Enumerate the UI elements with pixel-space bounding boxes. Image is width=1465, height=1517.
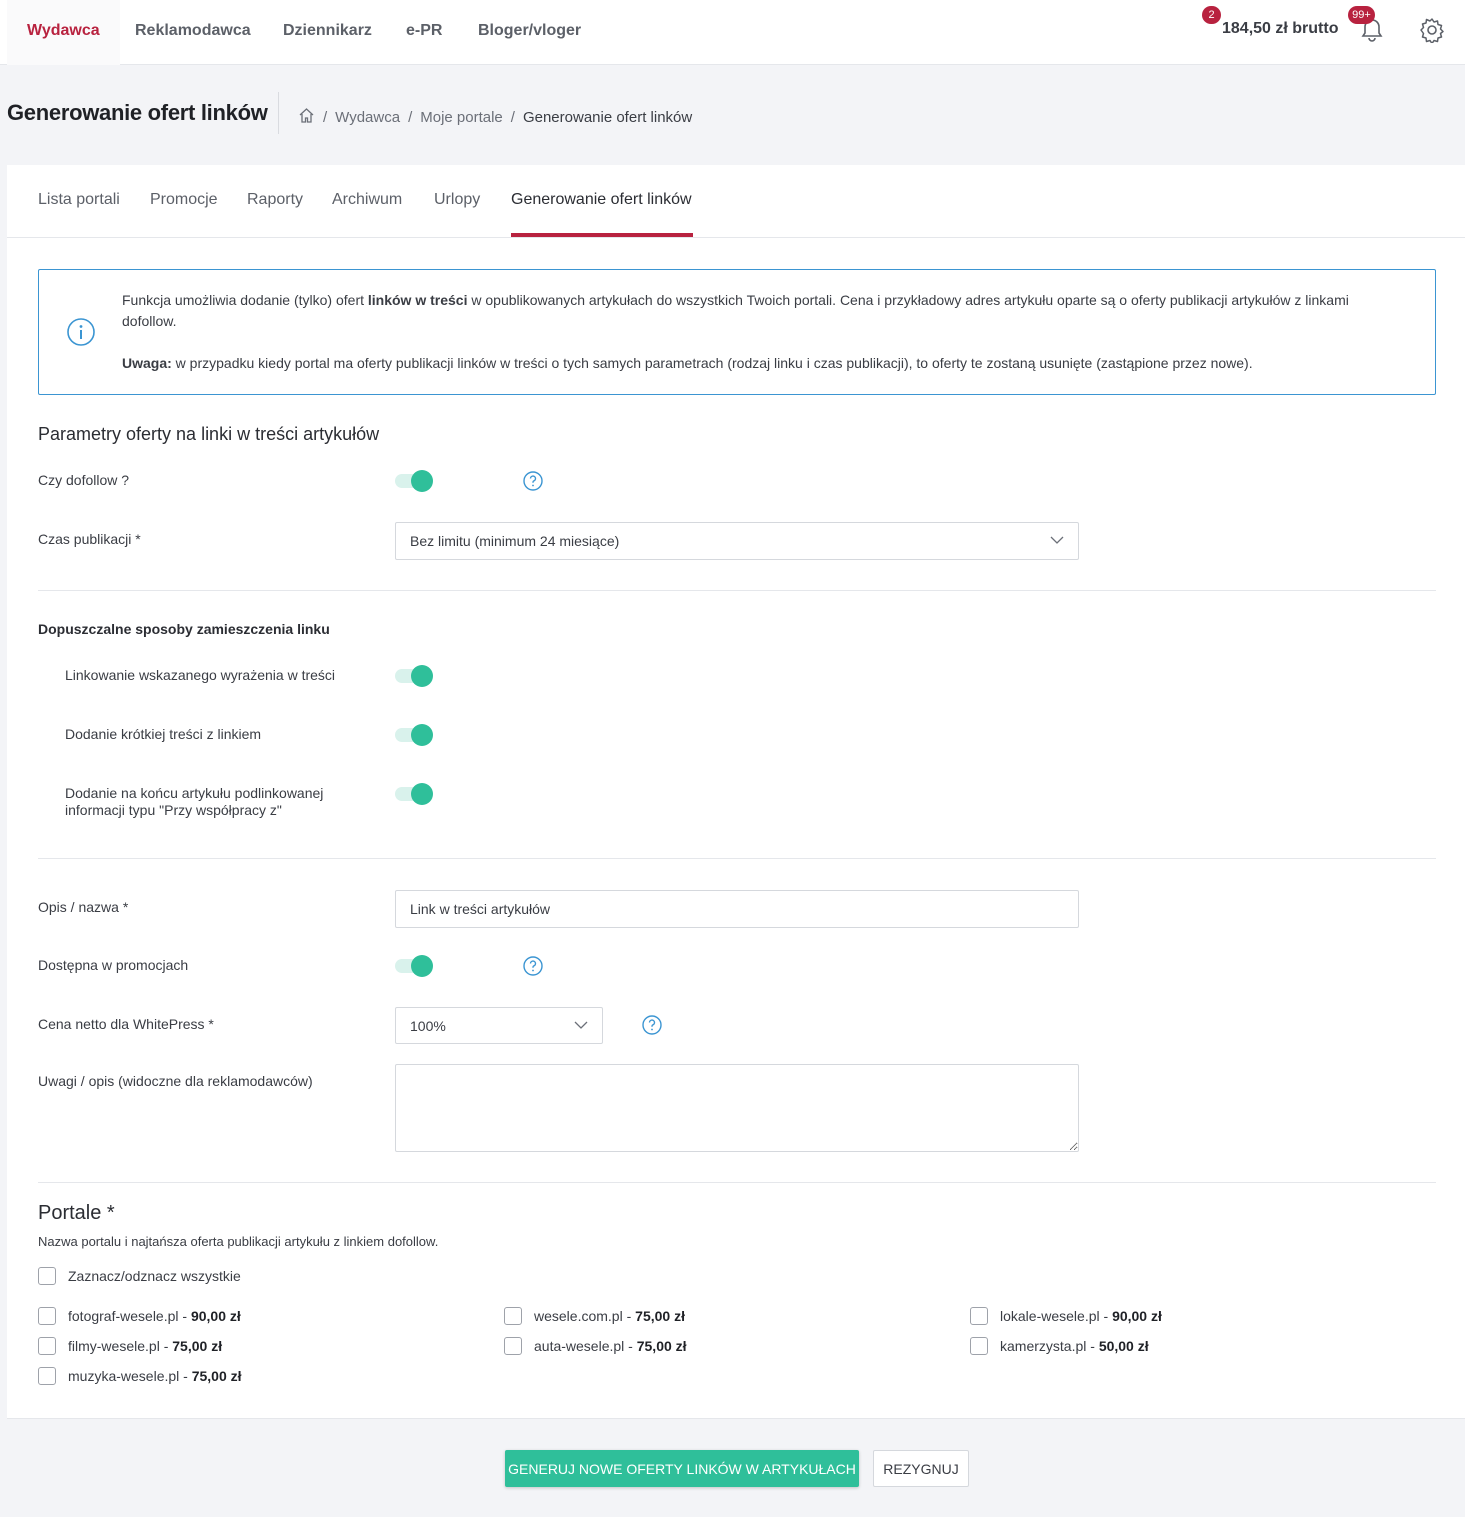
help-icon[interactable] <box>642 1015 662 1035</box>
portal-label[interactable]: auta-wesele.pl - 75,00 zł <box>534 1338 687 1354</box>
portal-checkbox[interactable] <box>38 1367 56 1385</box>
price-label: Cena netto dla WhitePress * <box>38 1016 214 1032</box>
method-phrase-toggle[interactable] <box>395 665 433 687</box>
tab-archiwum[interactable]: Archiwum <box>332 191 402 209</box>
method-short-content-label: Dodanie krótkiej treści z linkiem <box>65 726 262 742</box>
notifications-badge: 99+ <box>1348 6 1375 24</box>
publication-time-value: Bez limitu (minimum 24 miesiące) <box>410 533 620 549</box>
dofollow-toggle[interactable] <box>395 470 433 492</box>
nav-tab-dziennikarz[interactable]: Dziennikarz <box>263 0 392 65</box>
portal-label[interactable]: kamerzysta.pl - 50,00 zł <box>1000 1338 1149 1354</box>
cart-badge: 2 <box>1202 6 1221 24</box>
portal-checkbox[interactable] <box>38 1337 56 1355</box>
section-title: Parametry oferty na linki w treści artyk… <box>38 424 380 444</box>
tab-urlopy[interactable]: Urlopy <box>434 191 480 209</box>
divider <box>38 1182 1436 1183</box>
method-phrase-label: Linkowanie wskazanego wyrażenia w treści <box>65 667 336 683</box>
name-label: Opis / nazwa * <box>38 899 129 915</box>
nav-tab-bloger[interactable]: Bloger/vloger <box>458 0 601 65</box>
tab-generowanie-ofert[interactable]: Generowanie ofert linków <box>511 191 692 209</box>
method-footer-label: Dodanie na końcu artykułu podlinkowanej … <box>65 785 324 818</box>
breadcrumb-wydawca[interactable]: Wydawca <box>335 109 400 126</box>
divider <box>38 858 1436 859</box>
dofollow-label: Czy dofollow ? <box>38 472 130 488</box>
portal-checkbox[interactable] <box>504 1337 522 1355</box>
portal-checkbox[interactable] <box>504 1307 522 1325</box>
top-navigation: Wydawca Reklamodawca Dziennikarz e-PR Bl… <box>0 0 1465 65</box>
portal-label[interactable]: lokale-wesele.pl - 90,00 zł <box>1000 1308 1162 1324</box>
notes-textarea[interactable] <box>395 1064 1079 1152</box>
breadcrumb-separator: / <box>510 108 515 126</box>
portal-checkbox[interactable] <box>38 1307 56 1325</box>
price-value: 100% <box>410 1017 446 1034</box>
account-balance[interactable]: 184,50 zł brutto <box>1222 20 1338 38</box>
nav-tab-epr[interactable]: e-PR <box>386 0 462 65</box>
tab-lista-portali[interactable]: Lista portali <box>38 191 120 209</box>
portal-checkbox[interactable] <box>970 1337 988 1355</box>
cancel-button[interactable]: REZYGNUJ <box>873 1450 969 1487</box>
info-note: Uwaga: w przypadku kiedy portal ma ofert… <box>122 355 1253 371</box>
help-icon[interactable] <box>523 956 543 976</box>
portal-label[interactable]: fotograf-wesele.pl - 90,00 zł <box>68 1308 241 1324</box>
notes-label: Uwagi / opis (widoczne dla reklamodawców… <box>38 1073 313 1089</box>
chevron-down-icon <box>574 1021 588 1029</box>
tab-promocje[interactable]: Promocje <box>150 191 218 209</box>
name-input[interactable]: Link w treści artykułów <box>395 890 1079 928</box>
chevron-down-icon <box>1050 536 1064 544</box>
home-icon[interactable] <box>298 107 315 127</box>
breadcrumb-moje-portale[interactable]: Moje portale <box>420 109 503 126</box>
generate-offers-button[interactable]: GENERUJ NOWE OFERTY LINKÓW W ARTYKUŁACH <box>505 1450 859 1487</box>
portals-subtitle: Nazwa portalu i najtańsza oferta publika… <box>38 1234 439 1249</box>
main-card: Lista portali Promocje Raporty Archiwum … <box>7 165 1465 1517</box>
link-methods-title: Dopuszczalne sposoby zamieszczenia linku <box>38 621 330 637</box>
info-text: Funkcja umożliwia dodanie (tylko) ofert … <box>122 292 1349 329</box>
info-icon <box>66 317 96 350</box>
portal-label[interactable]: muzyka-wesele.pl - 75,00 zł <box>68 1368 242 1384</box>
select-all-checkbox[interactable] <box>38 1267 56 1285</box>
breadcrumb-separator: / <box>323 108 328 126</box>
nav-tab-wydawca[interactable]: Wydawca <box>7 0 120 65</box>
promo-label: Dostępna w promocjach <box>38 957 189 973</box>
breadcrumb-current: Generowanie ofert linków <box>522 108 693 126</box>
select-all-label[interactable]: Zaznacz/odznacz wszystkie <box>68 1268 241 1284</box>
method-footer-toggle[interactable] <box>395 783 433 805</box>
info-box: Funkcja umożliwia dodanie (tylko) ofert … <box>38 269 1436 395</box>
portal-checkbox[interactable] <box>970 1307 988 1325</box>
form-footer: GENERUJ NOWE OFERTY LINKÓW W ARTYKUŁACH … <box>7 1418 1465 1517</box>
page-title: Generowanie ofert linków <box>7 100 268 125</box>
help-icon[interactable] <box>523 471 543 491</box>
sub-tabs: Lista portali Promocje Raporty Archiwum … <box>7 165 1465 238</box>
publication-time-select[interactable]: Bez limitu (minimum 24 miesiące) <box>395 522 1079 560</box>
divider <box>38 590 1436 591</box>
nav-tab-reklamodawca[interactable]: Reklamodawca <box>115 0 271 65</box>
promo-toggle[interactable] <box>395 955 433 977</box>
breadcrumb: / Wydawca / Moje portale / Generowanie o… <box>298 107 692 127</box>
price-select[interactable]: 100% <box>395 1007 603 1044</box>
gear-icon[interactable] <box>1419 17 1445 46</box>
portals-title: Portale * <box>38 1202 115 1224</box>
breadcrumb-separator: / <box>408 108 413 126</box>
portal-label[interactable]: wesele.com.pl - 75,00 zł <box>534 1308 685 1324</box>
name-input-value: Link w treści artykułów <box>410 901 551 917</box>
portal-label[interactable]: filmy-wesele.pl - 75,00 zł <box>68 1338 222 1354</box>
active-tab-indicator <box>511 233 693 237</box>
tab-raporty[interactable]: Raporty <box>247 191 303 209</box>
method-short-content-toggle[interactable] <box>395 724 433 746</box>
publication-time-label: Czas publikacji * <box>38 531 141 547</box>
header-divider <box>278 92 279 134</box>
